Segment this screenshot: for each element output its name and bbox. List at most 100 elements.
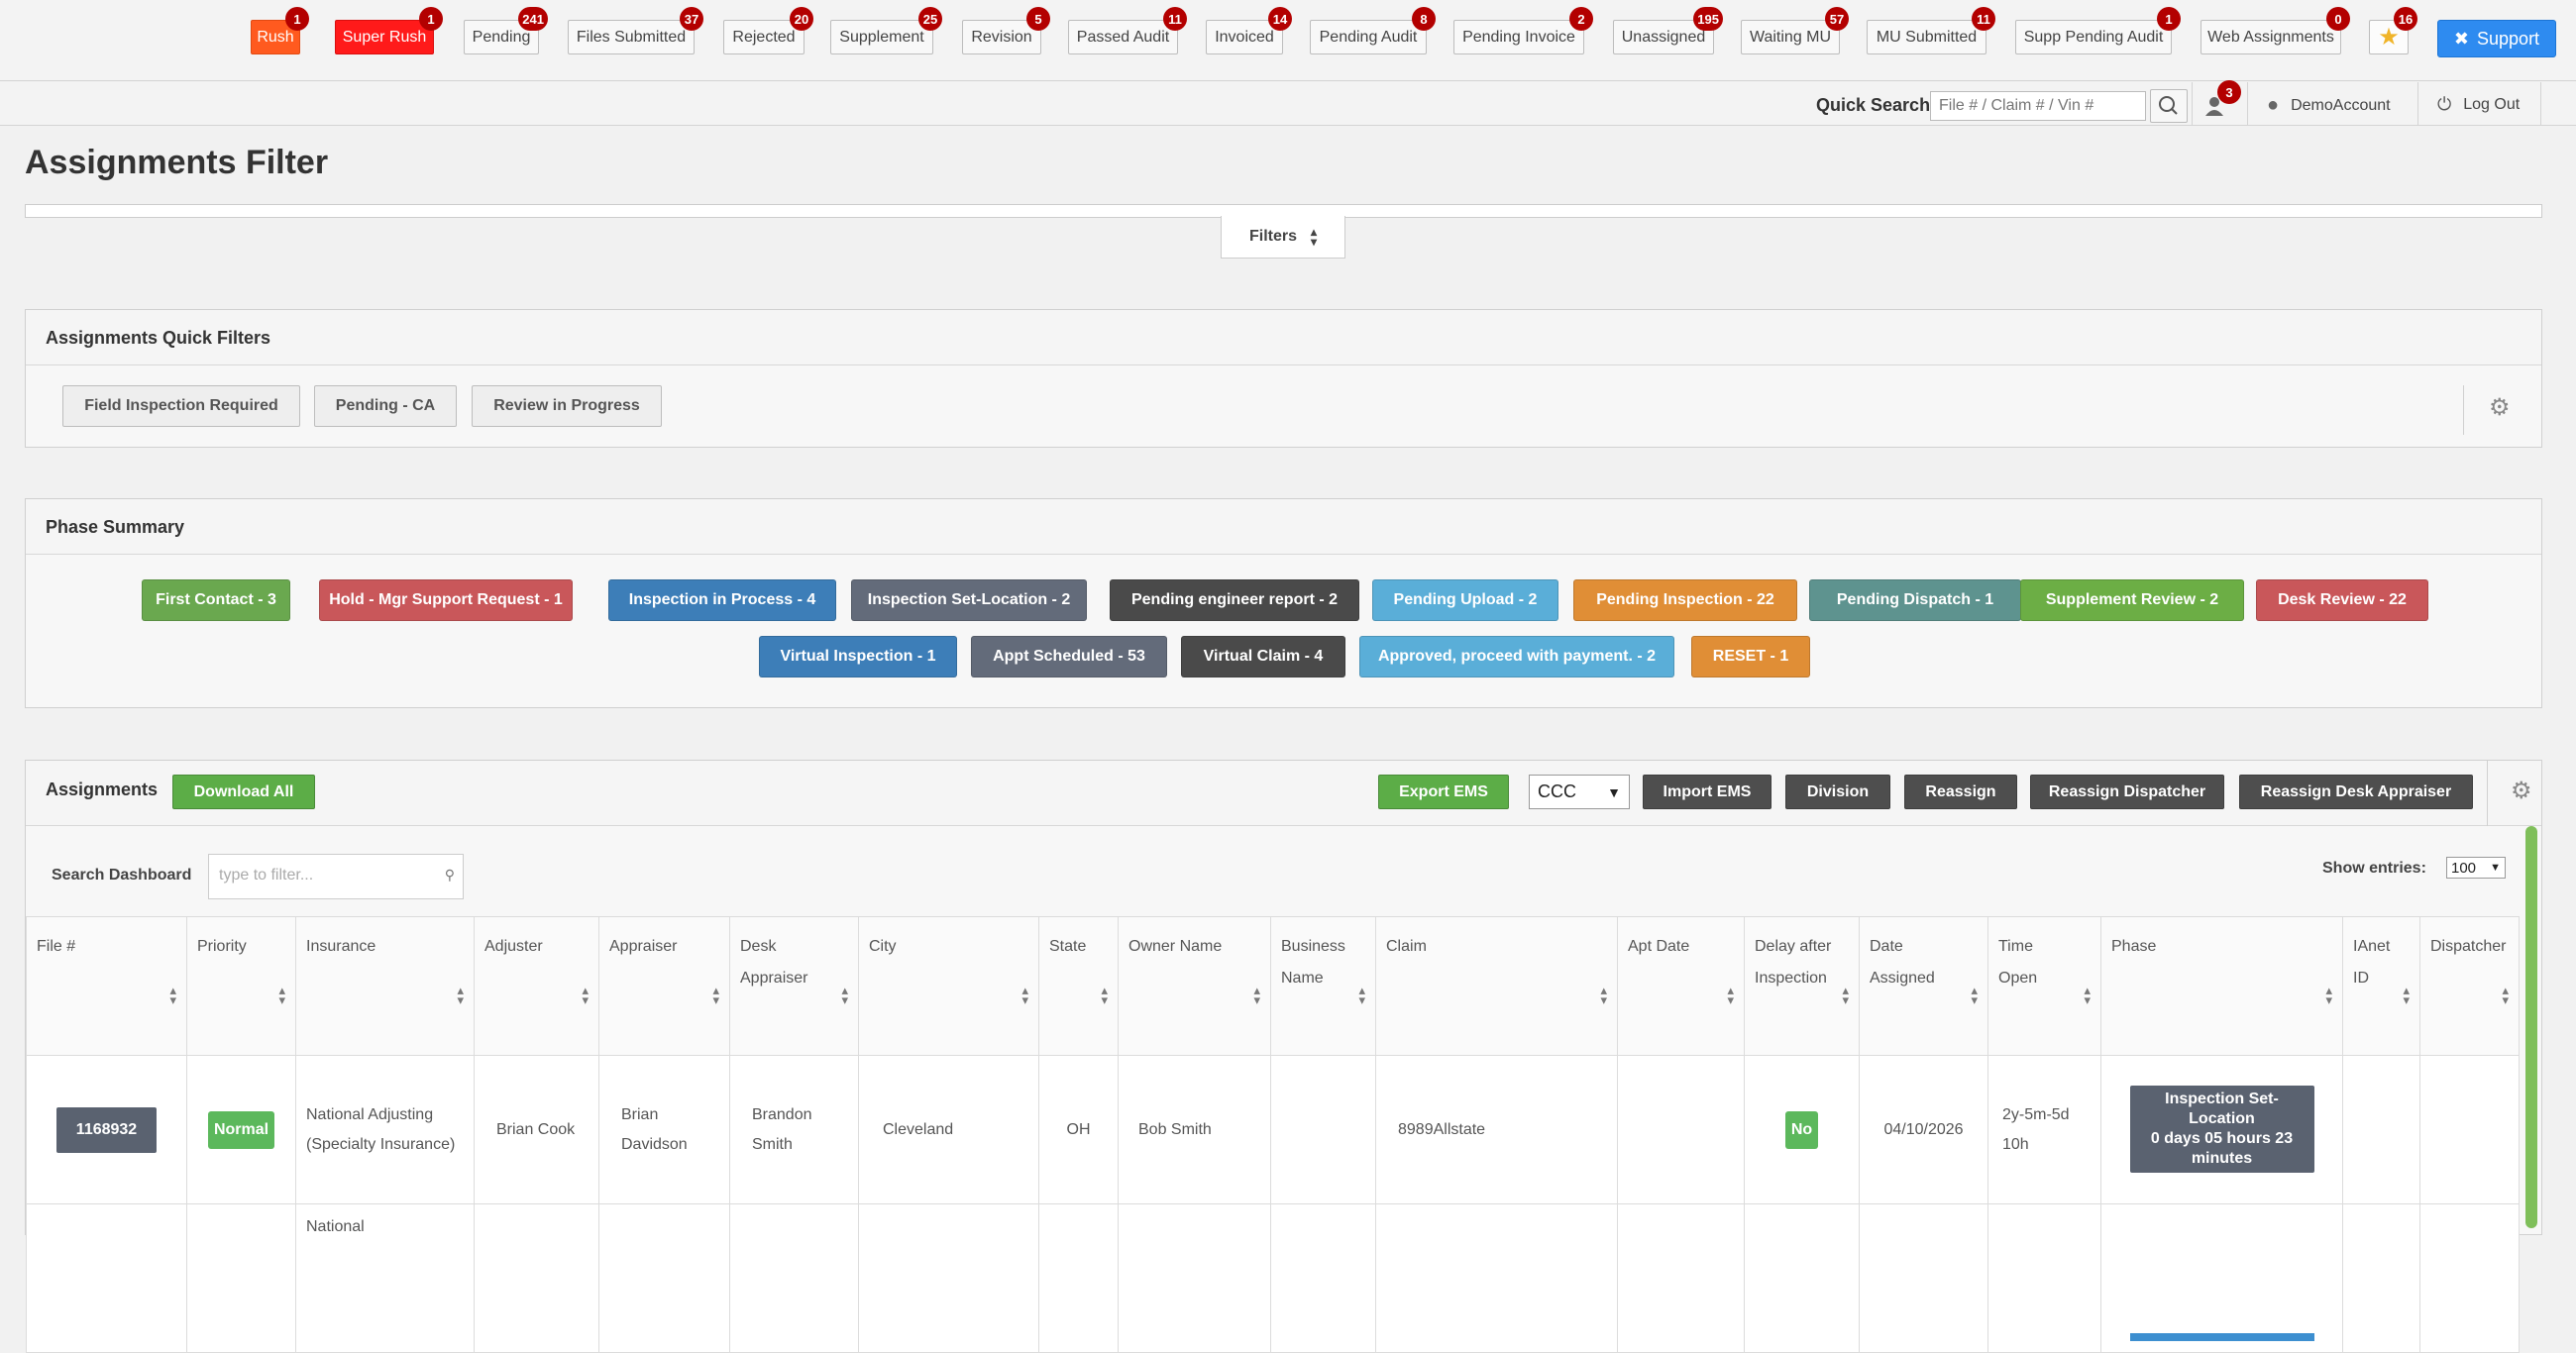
phase-filter-button[interactable]: Appt Scheduled - 53 [971,636,1167,677]
col-city[interactable]: City ▴ ▾ [858,916,1039,1056]
search-dashboard-input[interactable]: type to filter... ⚲ [208,854,464,899]
col-ianet-id[interactable]: IAnet ID ▴ ▾ [2342,916,2420,1056]
status-pending-audit-button[interactable]: Pending Audit 8 [1310,7,1436,54]
sort-icon: ▴ ▾ [1600,983,1607,1007]
phase-filter-button[interactable]: Pending engineer report - 2 [1110,579,1359,621]
col-time-open[interactable]: Time Open ▴ ▾ [1987,916,2101,1056]
assignments-panel: Assignments Download All Export EMS CCC … [25,760,2542,1353]
phase-filter-button[interactable]: First Contact - 3 [142,579,290,621]
file-number-link[interactable]: 1168932 [55,1106,158,1153]
quick-filter-pending-ca[interactable]: Pending - CA [314,385,457,427]
account-menu[interactable]: ● DemoAccount [2267,94,2391,117]
quick-filter-field-inspection-required[interactable]: Field Inspection Required [62,385,300,427]
table-row[interactable]: 1168932 Normal National Adjusting (Speci… [26,1055,2520,1204]
phase-filter-button[interactable]: Virtual Claim - 4 [1181,636,1345,677]
phase-summary-panel: Phase Summary First Contact - 3 Hold - Mg… [25,498,2542,708]
col-dispatcher[interactable]: Dispatcher ▴ ▾ [2419,916,2520,1056]
phase-badge[interactable]: Inspection Set-Location 0 days 05 hours … [2129,1086,2314,1173]
gear-icon[interactable]: ⚙ [2489,393,2511,422]
table-row[interactable]: National [26,1203,2520,1353]
gear-icon[interactable]: ⚙ [2511,777,2532,805]
status-mu-submitted-button[interactable]: MU Submitted 11 [1867,7,1995,54]
reassign-dispatcher-button[interactable]: Reassign Dispatcher [2030,775,2224,809]
vertical-scrollbar[interactable] [2525,826,2537,1228]
count-badge: 57 [1825,7,1849,31]
phase-filter-button[interactable]: RESET - 1 [1691,636,1810,677]
status-unassigned-button[interactable]: Unassigned 195 [1613,7,1723,54]
col-priority[interactable]: Priority ▴ ▾ [186,916,296,1056]
col-date-assigned[interactable]: Date Assigned ▴ ▾ [1859,916,1988,1056]
chevron-down-icon: ▼ [1607,783,1621,800]
status-label: Pending [472,28,531,46]
col-claim[interactable]: Claim ▴ ▾ [1375,916,1618,1056]
show-entries-select[interactable]: 100 ▼ [2446,857,2506,879]
export-ems-button[interactable]: Export EMS [1378,775,1509,809]
status-pending-button[interactable]: Pending 241 [464,7,548,54]
col-insurance[interactable]: Insurance ▴ ▾ [295,916,475,1056]
status-label: Waiting MU [1749,28,1832,46]
status-revision-button[interactable]: Revision 5 [962,7,1050,54]
support-button[interactable]: ✖ Support [2437,20,2556,57]
phase-badge[interactable] [2129,1333,2314,1341]
phase-filter-button[interactable]: Virtual Inspection - 1 [759,636,957,677]
status-supplement-button[interactable]: Supplement 25 [830,7,942,54]
reassign-desk-appraiser-button[interactable]: Reassign Desk Appraiser [2239,775,2473,809]
status-passed-audit-button[interactable]: Passed Audit 11 [1068,7,1187,54]
col-business-name[interactable]: Business Name ▴ ▾ [1270,916,1376,1056]
quick-search-button[interactable] [2150,89,2188,123]
filters-toggle[interactable]: Filters ▴ ▾ [1221,216,1345,259]
status-rejected-button[interactable]: Rejected 20 [723,7,813,54]
business-name-cell [1270,1055,1376,1204]
ems-format-select[interactable]: CCC ▼ [1529,775,1630,809]
phase-filter-button[interactable]: Supplement Review - 2 [2020,579,2244,621]
phase-filter-button[interactable]: Pending Dispatch - 1 [1809,579,2021,621]
phase-filter-button[interactable]: Inspection Set-Location - 2 [851,579,1087,621]
status-waiting-mu-button[interactable]: Waiting MU 57 [1741,7,1849,54]
phase-filter-button[interactable]: Pending Inspection - 22 [1573,579,1797,621]
status-label: Rejected [732,28,796,46]
col-adjuster[interactable]: Adjuster ▴ ▾ [474,916,599,1056]
col-delay-after-inspection[interactable]: Delay after Inspection ▴ ▾ [1744,916,1860,1056]
import-ems-button[interactable]: Import EMS [1643,775,1771,809]
search-icon [2159,96,2178,115]
logout-button[interactable]: ⏻ Log Out [2437,94,2520,115]
phase-filter-button[interactable]: Inspection in Process - 4 [608,579,836,621]
count-badge: 25 [918,7,942,31]
status-supp-pending-audit-button[interactable]: Supp Pending Audit 1 [2015,7,2181,54]
user-bar: Quick Search 3 ● DemoAccount ⏻ Log Out [0,80,2576,126]
col-state[interactable]: State ▴ ▾ [1038,916,1119,1056]
phase-filter-button[interactable]: Pending Upload - 2 [1372,579,1558,621]
notifications-button[interactable]: 3 [2201,80,2241,120]
favorites-button[interactable]: ★ 16 [2369,7,2417,54]
count-badge: 195 [1693,7,1723,31]
phase-filter-button[interactable]: Approved, proceed with payment. - 2 [1359,636,1674,677]
status-files-submitted-button[interactable]: Files Submitted 37 [568,7,703,54]
sort-icon: ▴ ▾ [2502,983,2509,1007]
sort-icon: ▴ ▾ [1842,983,1849,1007]
phase-filter-button[interactable]: Desk Review - 22 [2256,579,2428,621]
col-desk-appraiser[interactable]: Desk Appraiser ▴ ▾ [729,916,859,1056]
phase-filter-button[interactable]: Hold - Mgr Support Request - 1 [319,579,573,621]
col-phase[interactable]: Phase ▴ ▾ [2100,916,2343,1056]
status-web-assignments-button[interactable]: Web Assignments 0 [2200,7,2350,54]
reassign-button[interactable]: Reassign [1904,775,2017,809]
support-label: Support [2477,28,2540,49]
status-rush-button[interactable]: Rush 1 [251,7,309,54]
quick-filter-review-in-progress[interactable]: Review in Progress [472,385,662,427]
download-all-button[interactable]: Download All [172,775,315,809]
col-owner-name[interactable]: Owner Name ▴ ▾ [1118,916,1271,1056]
status-pending-invoice-button[interactable]: Pending Invoice 2 [1453,7,1593,54]
status-super-rush-button[interactable]: Super Rush 1 [335,7,443,54]
division-button[interactable]: Division [1785,775,1890,809]
col-apt-date[interactable]: Apt Date ▴ ▾ [1617,916,1745,1056]
chevron-down-icon: ▼ [2490,862,2501,874]
col-file[interactable]: File # ▴ ▾ [26,916,187,1056]
sort-icon: ▴ ▾ [582,983,589,1007]
delay-badge: No [1784,1110,1819,1149]
status-label: Web Assignments [2207,28,2334,46]
city-cell: Cleveland [858,1055,1039,1204]
date-assigned-cell: 04/10/2026 [1859,1055,1988,1204]
status-invoiced-button[interactable]: Invoiced 14 [1206,7,1292,54]
col-appraiser[interactable]: Appraiser ▴ ▾ [598,916,730,1056]
quick-search-input[interactable] [1930,91,2146,121]
